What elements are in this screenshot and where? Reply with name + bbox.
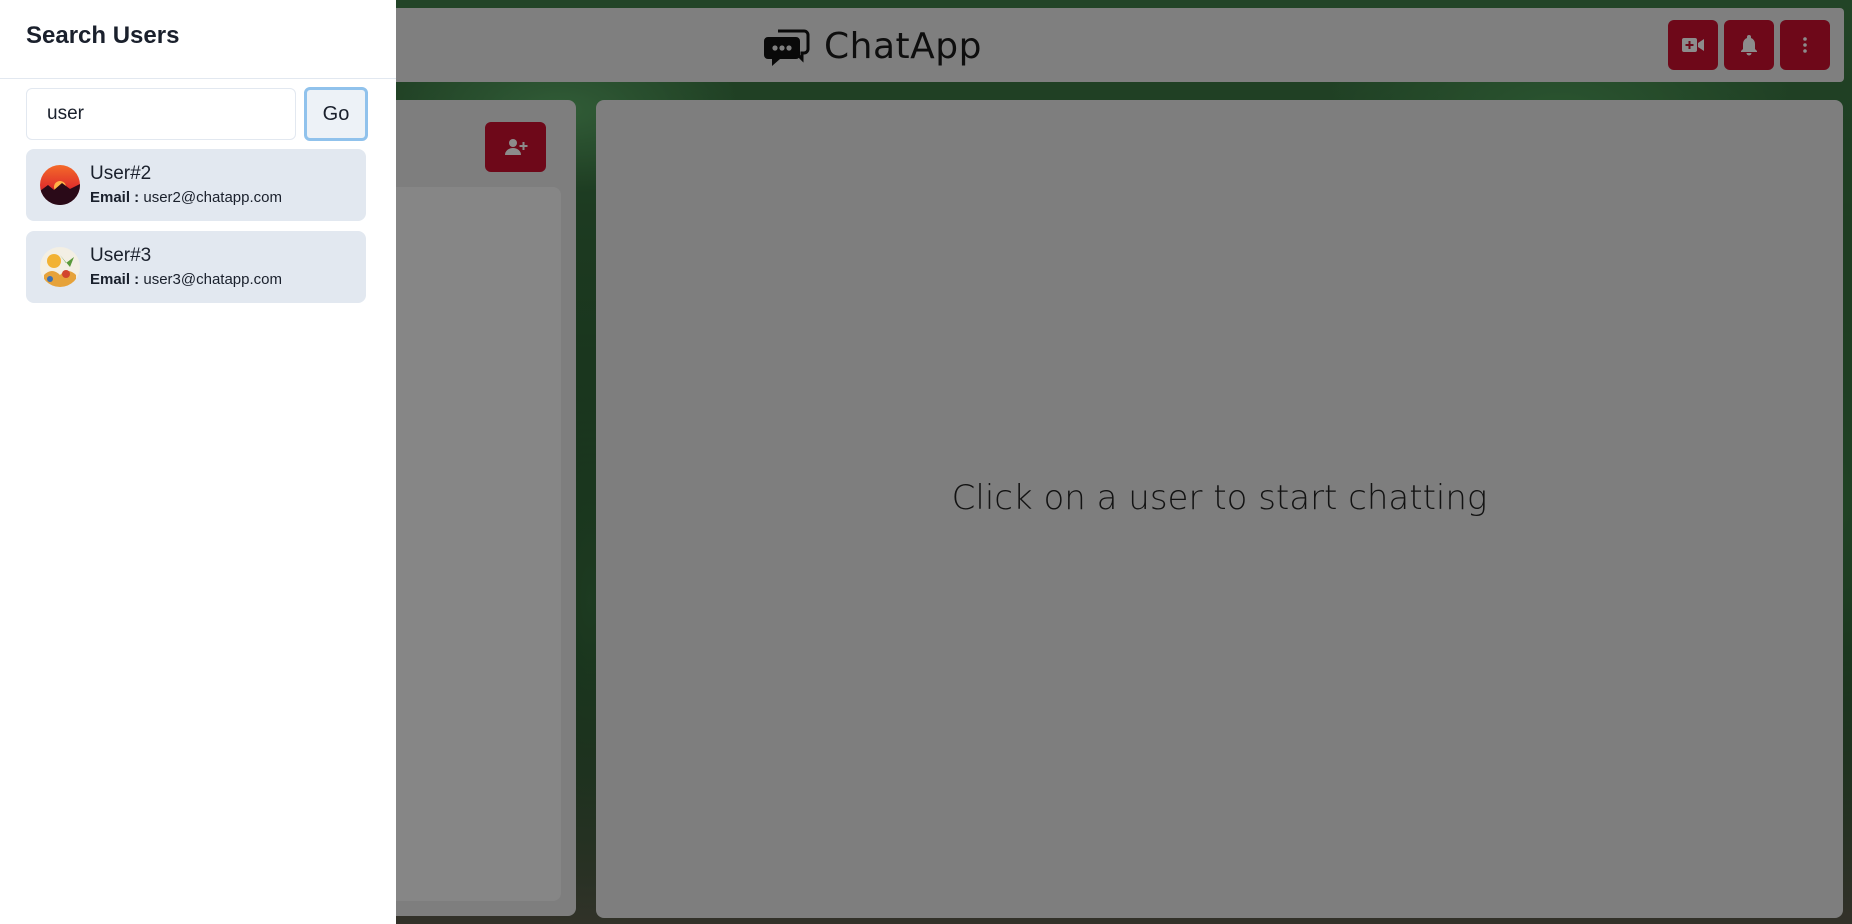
result-email: Email : user3@chatapp.com	[90, 270, 282, 290]
email-value: user2@chatapp.com	[143, 189, 282, 206]
result-email: Email : user2@chatapp.com	[90, 188, 282, 208]
avatar	[40, 165, 80, 205]
search-result-item[interactable]: User#3 Email : user3@chatapp.com	[26, 231, 366, 303]
email-value: user3@chatapp.com	[143, 271, 282, 288]
result-name: User#2	[90, 163, 152, 184]
search-row: Go	[26, 87, 368, 141]
search-result-item[interactable]: User#2 Email : user2@chatapp.com	[26, 149, 366, 221]
sunset-avatar-icon	[40, 165, 80, 205]
drawer-header: Search Users	[0, 0, 396, 79]
avatar	[40, 247, 80, 287]
email-label: Email :	[90, 189, 140, 206]
search-input[interactable]	[26, 88, 296, 140]
illustration-avatar-icon	[40, 247, 80, 287]
result-text: User#3 Email : user3@chatapp.com	[90, 244, 282, 290]
go-button[interactable]: Go	[304, 87, 368, 141]
result-name: User#3	[90, 245, 152, 266]
email-label: Email :	[90, 271, 140, 288]
drawer-title: Search Users	[26, 22, 180, 49]
search-users-drawer: Search Users Go User#2	[0, 0, 396, 924]
result-text: User#2 Email : user2@chatapp.com	[90, 162, 282, 208]
